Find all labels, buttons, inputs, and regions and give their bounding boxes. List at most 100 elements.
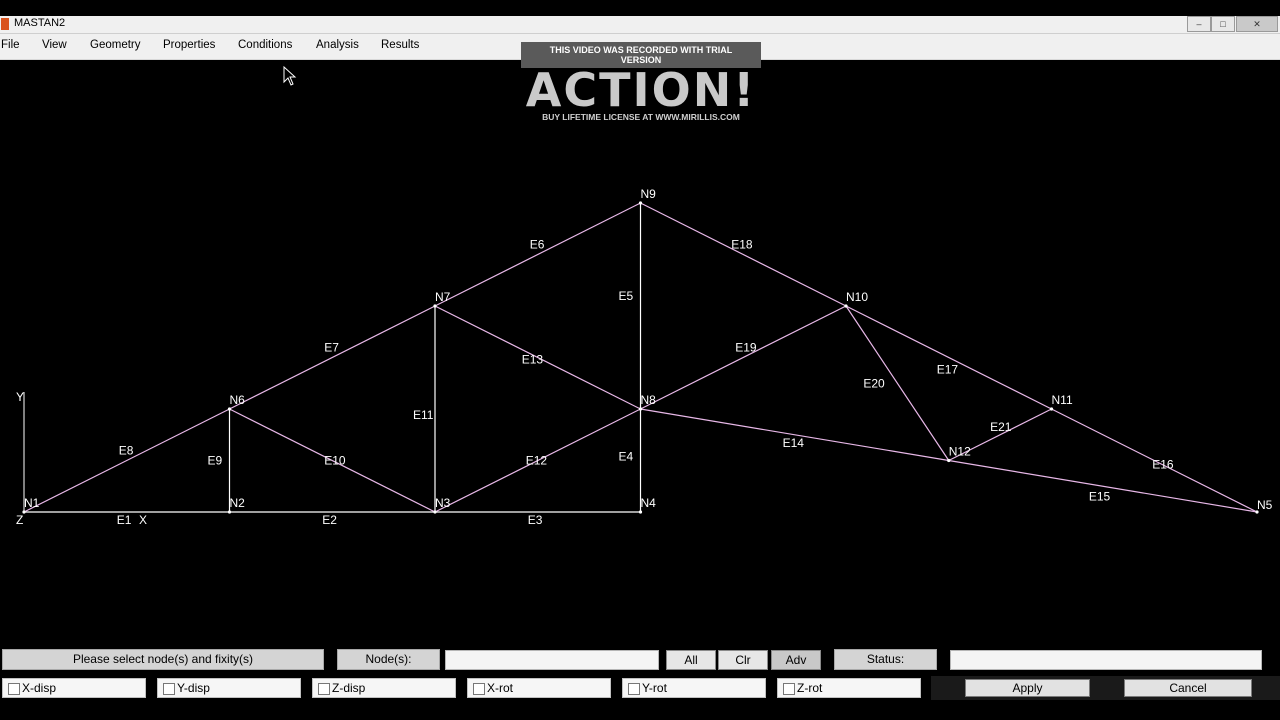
window-title: MASTAN2 <box>14 17 66 29</box>
node-label: N12 <box>949 445 971 459</box>
menu-file[interactable]: File <box>1 39 20 51</box>
element-label: E7 <box>324 341 339 355</box>
nodes-input[interactable] <box>445 650 659 670</box>
z-axis-label: Z <box>16 513 23 527</box>
element-label: E1 <box>117 513 132 527</box>
node-label: N3 <box>435 496 451 510</box>
node-n3[interactable] <box>433 510 437 514</box>
x-disp-label: X-disp <box>22 681 57 695</box>
checkbox-box[interactable] <box>8 683 20 695</box>
y-disp-label: Y-disp <box>177 681 210 695</box>
node-n9[interactable] <box>638 201 643 205</box>
apply-button[interactable]: Apply <box>965 679 1090 697</box>
x-rot-checkbox[interactable]: X-rot <box>467 678 611 698</box>
menu-view[interactable]: View <box>42 39 67 51</box>
element-label: E10 <box>324 454 346 468</box>
element-label: E18 <box>731 238 753 252</box>
node-n10[interactable] <box>844 304 848 308</box>
element-label: E15 <box>1089 489 1111 503</box>
element-label: E4 <box>619 450 634 464</box>
node-label: N1 <box>24 496 40 510</box>
node-n11[interactable] <box>1049 407 1054 411</box>
x-axis-label: X <box>139 513 147 527</box>
fixity-panel: X-disp Y-disp Z-disp X-rot Y-rot Z-rot A… <box>0 676 1280 700</box>
all-button[interactable]: All <box>666 650 716 670</box>
element-label: E19 <box>735 341 757 355</box>
node-n12[interactable] <box>947 458 951 463</box>
node-label: N6 <box>230 393 246 407</box>
checkbox-box[interactable] <box>783 683 795 695</box>
node-n6[interactable] <box>227 407 232 411</box>
element-label: E21 <box>990 420 1012 434</box>
node-n2[interactable] <box>227 510 232 514</box>
element-label: E20 <box>863 376 885 390</box>
elements: E1 E2 E3 E4 E5 E6 E7 E8 E9 E10 E11 E12 E13 E14 E15 E16 E… <box>23 202 1258 527</box>
watermark-bottom-text: BUY LIFETIME LICENSE AT WWW.MIRILLIS.COM <box>542 112 740 122</box>
menu-conditions[interactable]: Conditions <box>238 39 292 51</box>
element-e17[interactable] <box>845 305 1052 410</box>
element-e6[interactable] <box>434 202 641 307</box>
y-disp-checkbox[interactable]: Y-disp <box>157 678 301 698</box>
node-n1[interactable] <box>22 510 26 514</box>
model-canvas[interactable]: Y X Z E1 E2 E3E4E5E6E7E8E9 E10E11E12E13E14E… <box>0 60 1280 645</box>
y-axis-label: Y <box>16 390 24 404</box>
node-n7[interactable] <box>433 304 437 308</box>
menu-analysis[interactable]: Analysis <box>316 39 359 51</box>
element-e14[interactable] <box>640 408 949 462</box>
node-label: N7 <box>435 290 451 304</box>
element-label: E14 <box>783 436 805 450</box>
element-label: E2 <box>322 513 337 527</box>
element-label: E12 <box>526 454 548 468</box>
z-rot-label: Z-rot <box>797 681 823 695</box>
x-disp-checkbox[interactable]: X-disp <box>2 678 146 698</box>
minimize-button[interactable]: – <box>1187 16 1211 32</box>
node-label: N10 <box>846 290 868 304</box>
x-rot-label: X-rot <box>487 681 514 695</box>
title-bar: MASTAN2 – □ ✕ <box>0 16 1280 34</box>
menu-properties[interactable]: Properties <box>163 39 215 51</box>
element-label: E11 <box>413 408 434 422</box>
mouse-cursor-icon <box>283 66 297 86</box>
instruction-label: Please select node(s) and fixity(s) <box>2 649 324 670</box>
element-label: E17 <box>937 363 959 377</box>
z-disp-checkbox[interactable]: Z-disp <box>312 678 456 698</box>
menu-geometry[interactable]: Geometry <box>90 39 141 51</box>
nodes-label: Node(s): <box>337 649 440 670</box>
app-icon <box>1 18 9 30</box>
checkbox-box[interactable] <box>473 683 485 695</box>
node-label: N4 <box>641 496 657 510</box>
element-e15[interactable] <box>948 459 1258 513</box>
element-label: E8 <box>119 444 134 458</box>
status-field <box>950 650 1262 670</box>
element-label: E6 <box>530 238 545 252</box>
element-e7[interactable] <box>229 305 436 410</box>
node-label: N11 <box>1052 393 1073 407</box>
element-e8[interactable] <box>23 408 230 513</box>
z-rot-checkbox[interactable]: Z-rot <box>777 678 921 698</box>
cancel-button[interactable]: Cancel <box>1124 679 1252 697</box>
advanced-button[interactable]: Adv <box>771 650 821 670</box>
node-n8[interactable] <box>638 407 643 411</box>
element-label: E13 <box>522 353 544 367</box>
watermark-logo: ACTION! <box>525 63 757 117</box>
node-label: N2 <box>230 496 246 510</box>
menu-results[interactable]: Results <box>381 39 419 51</box>
clear-button[interactable]: Clr <box>718 650 768 670</box>
element-e20[interactable] <box>845 305 950 461</box>
close-button[interactable]: ✕ <box>1236 16 1278 32</box>
element-label: E9 <box>208 454 223 468</box>
y-rot-checkbox[interactable]: Y-rot <box>622 678 766 698</box>
element-e19[interactable] <box>640 305 847 410</box>
checkbox-box[interactable] <box>628 683 640 695</box>
selection-panel: Please select node(s) and fixity(s) Node… <box>0 647 1280 673</box>
y-rot-label: Y-rot <box>642 681 667 695</box>
maximize-button[interactable]: □ <box>1211 16 1235 32</box>
checkbox-box[interactable] <box>318 683 330 695</box>
status-label: Status: <box>834 649 937 670</box>
node-label: N8 <box>641 393 657 407</box>
node-n4[interactable] <box>638 510 643 514</box>
recording-watermark: THIS VIDEO WAS RECORDED WITH TRIAL VERSI… <box>521 42 761 126</box>
element-e18[interactable] <box>640 202 847 307</box>
checkbox-box[interactable] <box>163 683 175 695</box>
node-label: N9 <box>641 187 657 201</box>
